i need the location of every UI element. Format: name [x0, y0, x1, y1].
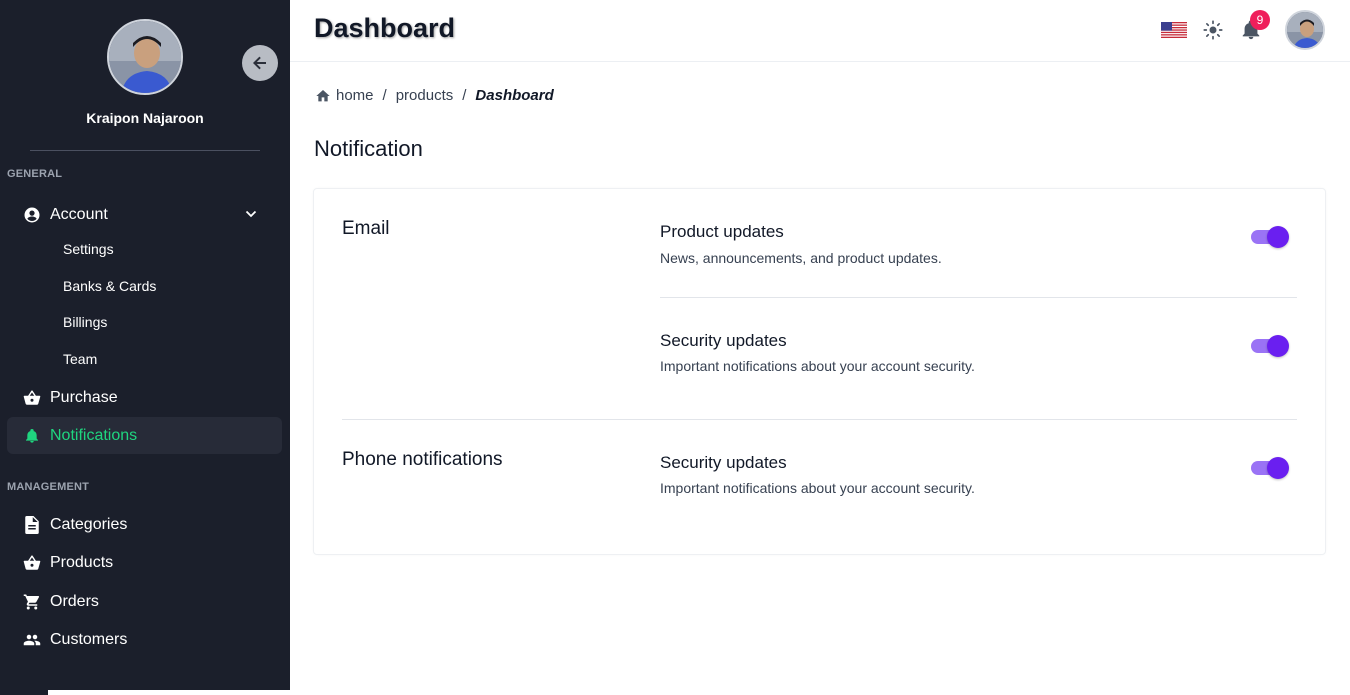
- divider: [660, 297, 1297, 298]
- group-title-email: Email: [342, 218, 390, 239]
- sidebar: Kraipon Najaroon GENERAL Account Setting…: [0, 0, 290, 695]
- breadcrumb-separator: /: [462, 87, 467, 104]
- sidebar-subitem-team[interactable]: Team: [63, 351, 97, 367]
- sidebar-item-label: Notifications: [50, 426, 138, 444]
- avatar[interactable]: [107, 19, 183, 95]
- divider: [30, 150, 260, 151]
- pref-title: Security updates: [660, 453, 787, 472]
- user-avatar[interactable]: [1285, 10, 1325, 50]
- toggle-phone-security-updates[interactable]: [1251, 457, 1289, 479]
- page-title: Dashboard: [314, 13, 456, 43]
- bell-icon: [23, 427, 41, 445]
- section-label-management: MANAGEMENT: [7, 481, 90, 493]
- sidebar-item-purchase[interactable]: Purchase: [7, 379, 282, 416]
- sidebar-item-label: Products: [50, 553, 114, 571]
- sidebar-item-label: Orders: [50, 592, 99, 610]
- pref-description: News, announcements, and product updates…: [660, 250, 942, 266]
- sidebar-item-products[interactable]: Products: [7, 544, 282, 581]
- pref-description: Important notifications about your accou…: [660, 480, 975, 496]
- sidebar-item-label: Purchase: [50, 388, 118, 406]
- pref-title: Security updates: [660, 331, 787, 350]
- sidebar-item-orders[interactable]: Orders: [7, 583, 282, 620]
- breadcrumb-current: Dashboard: [475, 87, 554, 104]
- scrollbar[interactable]: [48, 690, 392, 695]
- basket-icon: [23, 389, 41, 407]
- toggle-thumb: [1267, 457, 1289, 479]
- profile-name: Kraipon Najaroon: [86, 110, 204, 126]
- us-flag-icon[interactable]: [1161, 22, 1187, 38]
- toggle-thumb: [1267, 226, 1289, 248]
- section-title: Notification: [314, 136, 423, 161]
- people-icon: [23, 631, 41, 649]
- breadcrumb-separator: /: [382, 87, 387, 104]
- sidebar-item-account[interactable]: Account: [7, 196, 282, 233]
- arrow-left-icon: [253, 56, 266, 70]
- basket-icon: [23, 554, 41, 572]
- pref-title: Product updates: [660, 222, 784, 241]
- toggle-thumb: [1267, 335, 1289, 357]
- section-label-general: GENERAL: [7, 168, 63, 180]
- breadcrumb: home / products / Dashboard: [315, 87, 554, 104]
- profile-section: Kraipon Najaroon: [0, 0, 290, 151]
- sidebar-subitem-billings[interactable]: Billings: [63, 314, 107, 330]
- divider: [342, 419, 1297, 420]
- sidebar-item-notifications[interactable]: Notifications: [7, 417, 282, 454]
- notification-settings-card: Email Product updates News, announcement…: [313, 188, 1326, 555]
- sidebar-item-customers[interactable]: Customers: [7, 621, 282, 658]
- toggle-email-security-updates[interactable]: [1251, 335, 1289, 357]
- sidebar-item-label: Customers: [50, 630, 128, 648]
- sidebar-item-label: Categories: [50, 515, 128, 533]
- chevron-down-icon: [244, 207, 258, 226]
- collapse-sidebar-button[interactable]: [242, 45, 278, 81]
- breadcrumb-home[interactable]: home: [336, 87, 374, 104]
- sidebar-subitem-banks-cards[interactable]: Banks & Cards: [63, 278, 156, 294]
- sun-icon[interactable]: [1203, 20, 1223, 40]
- group-title-phone: Phone notifications: [342, 449, 503, 470]
- document-icon: [23, 515, 41, 534]
- toggle-email-product-updates[interactable]: [1251, 226, 1289, 248]
- account-circle-icon: [23, 206, 41, 224]
- sidebar-subitem-settings[interactable]: Settings: [63, 241, 114, 257]
- sidebar-item-categories[interactable]: Categories: [7, 506, 282, 543]
- pref-description: Important notifications about your accou…: [660, 358, 975, 374]
- cart-icon: [23, 593, 41, 611]
- sidebar-item-label: Account: [50, 205, 108, 223]
- breadcrumb-products[interactable]: products: [396, 87, 454, 104]
- topbar: Dashboard 9: [290, 0, 1350, 62]
- notification-count-badge: 9: [1250, 10, 1270, 30]
- home-icon[interactable]: [315, 88, 331, 104]
